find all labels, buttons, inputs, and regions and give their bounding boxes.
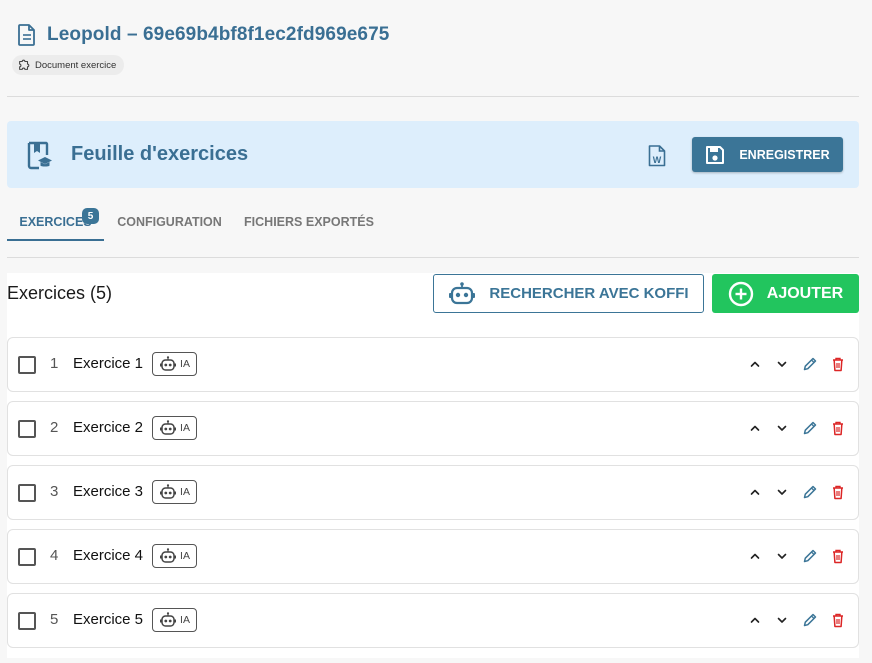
chevron-down-icon[interactable] bbox=[773, 611, 791, 629]
pencil-icon[interactable] bbox=[801, 547, 819, 565]
document-icon bbox=[18, 24, 35, 46]
chevron-down-icon[interactable] bbox=[773, 483, 791, 501]
ia-badge-label: IA bbox=[180, 550, 190, 562]
ia-badge-label: IA bbox=[180, 614, 190, 626]
robot-icon bbox=[160, 612, 177, 627]
exercise-row[interactable]: 1 Exercice 1 IA bbox=[7, 337, 859, 392]
pencil-icon[interactable] bbox=[801, 483, 819, 501]
tab-exercices-label: EXERCICES bbox=[19, 215, 92, 229]
chevron-down-icon[interactable] bbox=[773, 547, 791, 565]
add-exercise-button[interactable]: AJOUTER bbox=[712, 274, 859, 313]
exercise-row[interactable]: 4 Exercice 4 IA bbox=[7, 529, 859, 584]
tab-fichiers-exportes-label: FICHIERS EXPORTÉS bbox=[244, 215, 374, 229]
trash-icon[interactable] bbox=[829, 611, 847, 629]
pencil-icon[interactable] bbox=[801, 611, 819, 629]
section-title: Exercices (5) bbox=[7, 283, 113, 303]
exercise-title[interactable]: Exercice 4 bbox=[73, 547, 143, 564]
ia-badge-label: IA bbox=[180, 422, 190, 434]
book-graduation-icon bbox=[27, 141, 52, 170]
tab-exercices-count-badge: 5 bbox=[82, 208, 99, 224]
worksheet-banner: Feuille d'exercices W ENREGISTRER bbox=[7, 121, 859, 188]
page-title: Leopold – 69e69b4bf8f1ec2fd969e675 bbox=[47, 24, 390, 45]
tab-configuration-label: CONFIGURATION bbox=[117, 215, 222, 229]
pencil-icon[interactable] bbox=[801, 419, 819, 437]
save-button[interactable]: ENREGISTRER bbox=[692, 137, 843, 172]
ia-badge: IA bbox=[152, 480, 197, 504]
search-koffi-button[interactable]: RECHERCHER AVEC KOFFI bbox=[433, 274, 704, 313]
ia-badge: IA bbox=[152, 416, 197, 440]
exercise-number: 5 bbox=[50, 611, 59, 628]
trash-icon[interactable] bbox=[829, 483, 847, 501]
ia-badge: IA bbox=[152, 544, 197, 568]
exercise-title[interactable]: Exercice 3 bbox=[73, 483, 143, 500]
exercise-number: 1 bbox=[50, 355, 59, 372]
ia-badge: IA bbox=[152, 608, 197, 632]
chevron-up-icon[interactable] bbox=[746, 547, 764, 565]
pencil-icon[interactable] bbox=[801, 355, 819, 373]
exercise-title[interactable]: Exercice 5 bbox=[73, 611, 143, 628]
exercise-number: 4 bbox=[50, 547, 59, 564]
exercise-number: 3 bbox=[50, 483, 59, 500]
row-checkbox[interactable] bbox=[18, 484, 36, 502]
trash-icon[interactable] bbox=[829, 355, 847, 373]
row-checkbox[interactable] bbox=[18, 420, 36, 438]
exercise-title[interactable]: Exercice 1 bbox=[73, 355, 143, 372]
row-checkbox[interactable] bbox=[18, 612, 36, 630]
document-type-chip: Document exercice bbox=[12, 55, 125, 75]
row-checkbox[interactable] bbox=[18, 356, 36, 374]
tab-exercices[interactable]: EXERCICES 5 bbox=[7, 204, 104, 241]
chip-label: Document exercice bbox=[35, 59, 117, 71]
row-checkbox[interactable] bbox=[18, 548, 36, 566]
exercise-row[interactable]: 3 Exercice 3 IA bbox=[7, 465, 859, 520]
tab-configuration[interactable]: CONFIGURATION bbox=[104, 204, 235, 241]
chevron-up-icon[interactable] bbox=[746, 419, 764, 437]
puzzle-icon bbox=[19, 59, 30, 70]
header-divider bbox=[7, 96, 859, 97]
chevron-up-icon[interactable] bbox=[746, 355, 764, 373]
exercise-title[interactable]: Exercice 2 bbox=[73, 419, 143, 436]
floppy-disk-icon bbox=[706, 145, 725, 164]
ia-badge-label: IA bbox=[180, 486, 190, 498]
ia-badge: IA bbox=[152, 352, 197, 376]
chevron-down-icon[interactable] bbox=[773, 355, 791, 373]
trash-icon[interactable] bbox=[829, 419, 847, 437]
chevron-up-icon[interactable] bbox=[746, 611, 764, 629]
tab-fichiers-exportes[interactable]: FICHIERS EXPORTÉS bbox=[235, 204, 383, 241]
save-label: ENREGISTRER bbox=[739, 147, 830, 162]
exercise-number: 2 bbox=[50, 419, 59, 436]
word-file-icon[interactable]: W bbox=[648, 145, 666, 167]
robot-icon bbox=[160, 420, 177, 435]
add-exercise-label: AJOUTER bbox=[766, 284, 844, 302]
robot-icon bbox=[160, 356, 177, 371]
banner-title: Feuille d'exercices bbox=[71, 143, 249, 165]
chevron-up-icon[interactable] bbox=[746, 483, 764, 501]
trash-icon[interactable] bbox=[829, 547, 847, 565]
ia-badge-label: IA bbox=[180, 358, 190, 370]
exercise-row[interactable]: 5 Exercice 5 IA bbox=[7, 593, 859, 648]
robot-icon bbox=[449, 281, 476, 304]
svg-text:W: W bbox=[653, 155, 662, 165]
plus-circle-icon bbox=[728, 281, 753, 306]
tab-bar: EXERCICES 5 CONFIGURATION FICHIERS EXPOR… bbox=[7, 204, 383, 241]
tabs-divider bbox=[7, 257, 859, 258]
robot-icon bbox=[160, 484, 177, 499]
document-header: Leopold – 69e69b4bf8f1ec2fd969e675 bbox=[18, 24, 389, 46]
exercise-row[interactable]: 2 Exercice 2 IA bbox=[7, 401, 859, 456]
chevron-down-icon[interactable] bbox=[773, 419, 791, 437]
search-koffi-label: RECHERCHER AVEC KOFFI bbox=[489, 285, 689, 302]
robot-icon bbox=[160, 548, 177, 563]
